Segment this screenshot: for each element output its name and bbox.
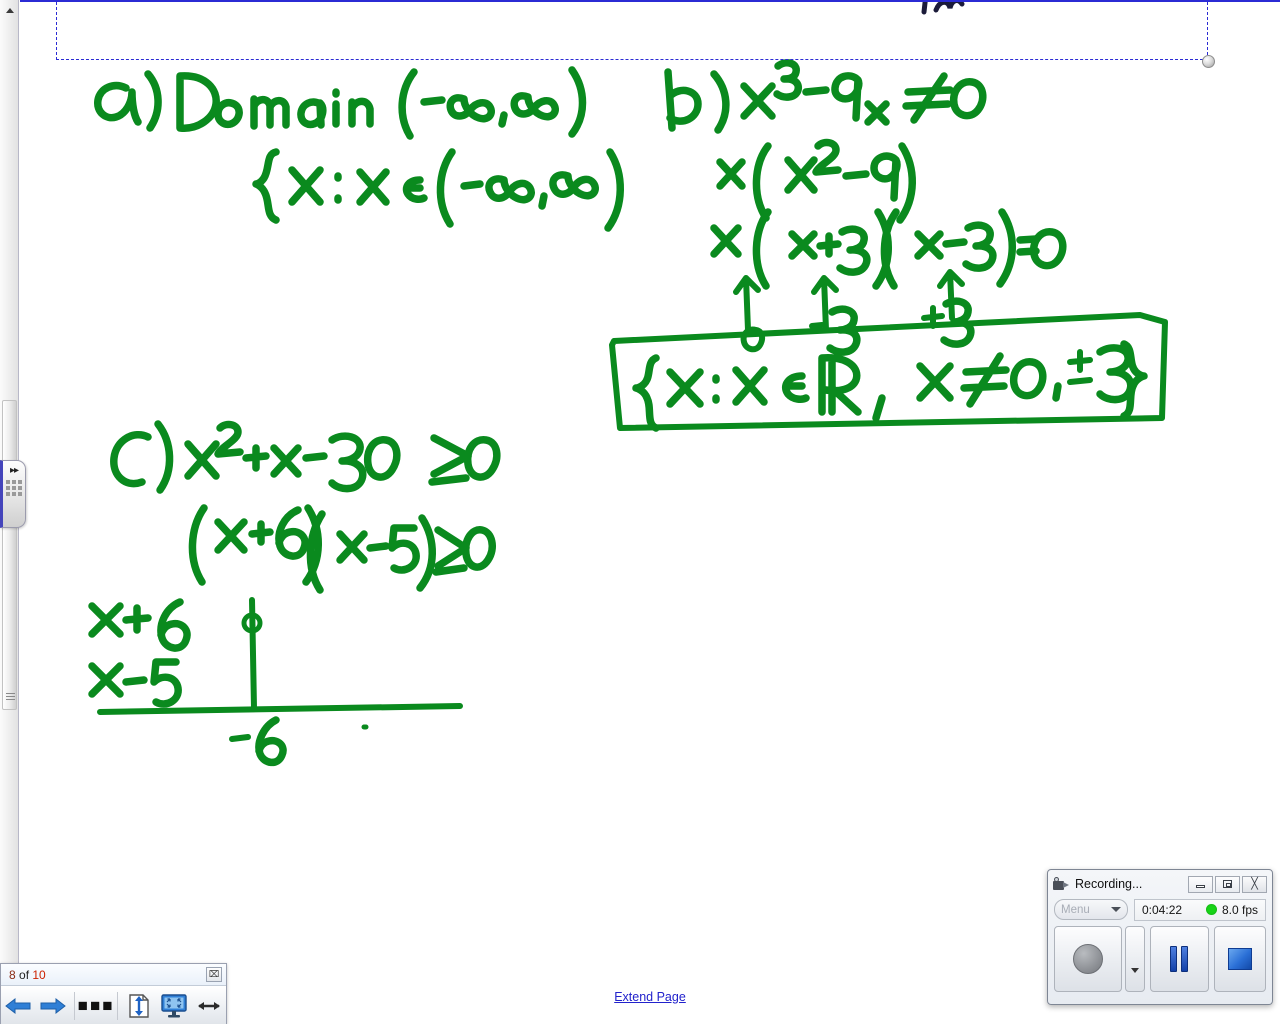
recorder-statusbar: Menu 0:04:22 8.0 fps: [1054, 897, 1266, 922]
caret-down-icon: [1130, 968, 1139, 973]
scroll-up-button[interactable]: [3, 4, 16, 17]
recorder-controls: [1054, 926, 1266, 992]
status-indicator-dot: [1205, 904, 1217, 915]
record-options-button[interactable]: [1125, 926, 1145, 992]
recorder-readout: 0:04:22 8.0 fps: [1134, 898, 1266, 921]
close-icon[interactable]: ⌧: [206, 967, 222, 982]
application-window: Extend Page ▸▸ 8 of 10 ⌧ ■■■ Recording..…: [0, 0, 1280, 1024]
menu-dropdown-button[interactable]: Menu: [1054, 899, 1128, 920]
vertical-scrollbar[interactable]: [2, 400, 17, 710]
horizontal-arrows-icon: [197, 1001, 220, 1010]
page-navigation-toolbar: 8 of 10 ⌧ ■■■: [0, 963, 227, 1024]
pause-bars-icon: [1168, 946, 1190, 972]
pause-button[interactable]: [1149, 926, 1210, 992]
caret-down-icon: [1111, 907, 1121, 912]
resize-handle[interactable]: [1202, 55, 1215, 68]
page-counter-current: 8: [9, 967, 16, 982]
page-counter-separator: of: [15, 967, 33, 982]
elapsed-time: 0:04:22: [1142, 902, 1183, 917]
fit-page-width-button[interactable]: [191, 988, 226, 1024]
monitor-icon: [161, 993, 187, 1017]
ellipsis-icon: ■■■: [77, 995, 115, 1015]
stop-button[interactable]: [1214, 926, 1266, 992]
record-button[interactable]: [1054, 926, 1123, 992]
recorder-titlebar: Recording... ╳: [1051, 873, 1269, 895]
minimize-button[interactable]: [1188, 875, 1213, 893]
screen-recorder-panel: Recording... ╳ Menu 0:04:22 8.0 fps: [1047, 869, 1273, 1005]
right-arrow-icon: [40, 997, 67, 1014]
close-button[interactable]: ╳: [1242, 875, 1267, 893]
stop-square-icon: [1228, 948, 1252, 970]
page-counter: 8 of 10: [9, 968, 46, 982]
record-circle-icon: [1073, 944, 1104, 974]
ink-annotations: [88, 59, 1168, 767]
partial-ink-mark: [921, 0, 965, 15]
close-icon: ╳: [1251, 877, 1258, 890]
video-camera-icon: [1053, 876, 1070, 892]
minimize-icon: [1196, 885, 1205, 888]
page-top-border: [20, 0, 1280, 2]
whiteboard-canvas[interactable]: [20, 0, 1280, 960]
double-chevron-right-icon: ▸▸: [9, 465, 19, 476]
page-toolbar-titlebar: 8 of 10 ⌧: [1, 964, 226, 986]
left-arrow-icon: [5, 997, 31, 1014]
previous-page-button[interactable]: [1, 988, 36, 1024]
expand-sidebar-tab[interactable]: ▸▸: [0, 460, 26, 528]
toolbar-separator-2: [117, 991, 119, 1020]
scrollbar-grip: [6, 691, 15, 701]
more-options-button[interactable]: ■■■: [78, 988, 115, 1024]
page-fit-height-icon: [129, 993, 149, 1018]
restore-icon: [1223, 880, 1232, 888]
page-counter-total: 10: [32, 967, 46, 982]
recorder-title: Recording...: [1075, 877, 1143, 891]
page-toolbar-buttons: ■■■: [1, 986, 226, 1024]
fit-to-screen-button[interactable]: [156, 988, 191, 1024]
fit-page-height-button[interactable]: [121, 988, 156, 1024]
grip-dots-icon: [6, 480, 22, 496]
next-page-button[interactable]: [36, 988, 71, 1024]
menu-label: Menu: [1061, 903, 1090, 916]
frame-rate-label: 8.0 fps: [1221, 902, 1258, 917]
toolbar-separator-1: [73, 991, 75, 1020]
restore-button[interactable]: [1215, 875, 1240, 893]
